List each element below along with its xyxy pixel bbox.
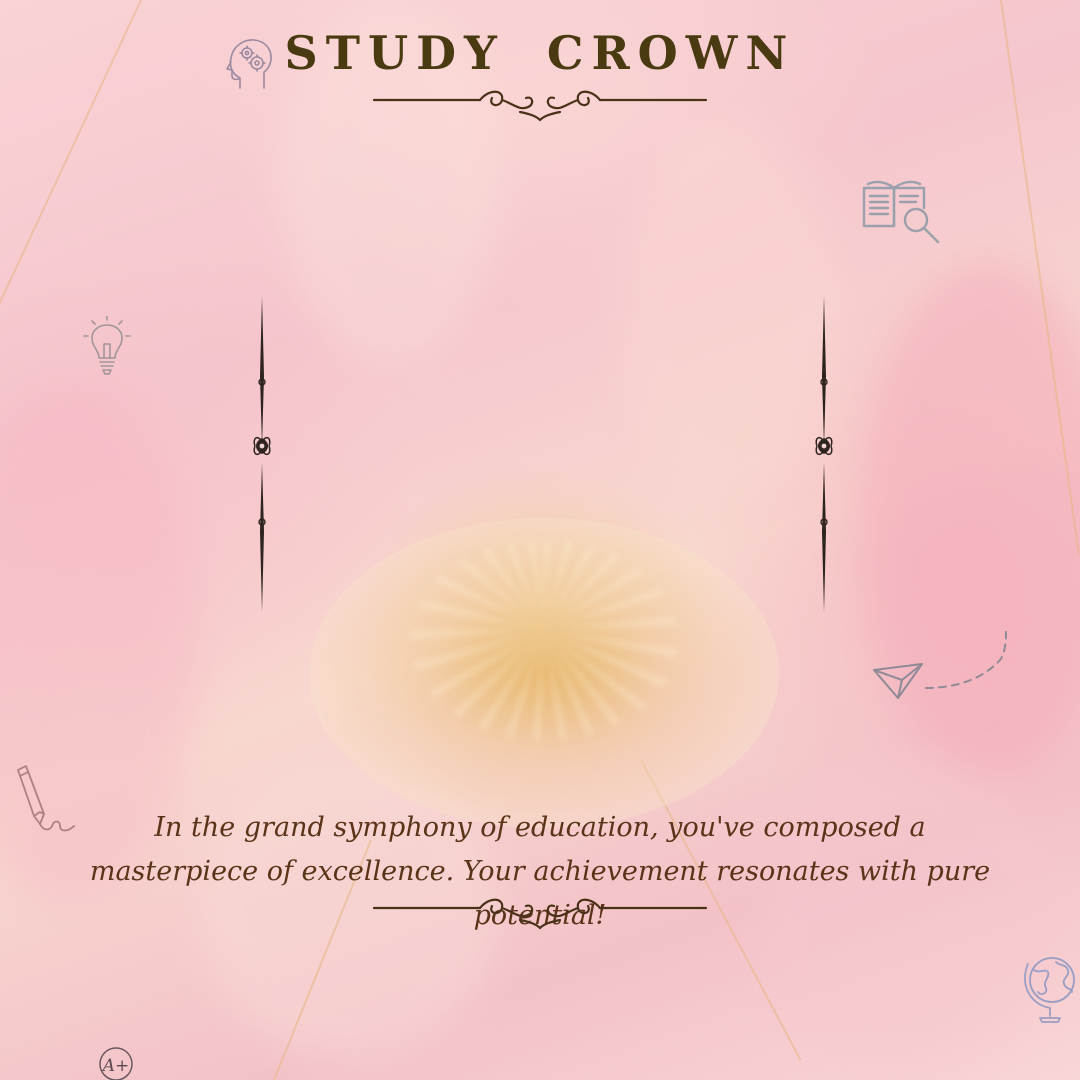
lightbulb-icon <box>83 316 131 375</box>
feather-decoration <box>620 120 840 500</box>
bottom-flourish-divider <box>372 898 708 930</box>
grade-badge-icon: A+ <box>99 1047 133 1080</box>
right-vertical-ornament <box>815 296 833 612</box>
grade-badge-text: A+ <box>101 1056 130 1076</box>
globe-icon <box>1024 957 1075 1023</box>
paper-plane-icon <box>873 631 1007 699</box>
top-flourish-divider <box>372 90 708 122</box>
glow-rays <box>409 540 679 740</box>
pencil-icon <box>17 765 75 832</box>
book-magnifier-icon <box>862 180 940 244</box>
page-title: STUDY CROWN <box>284 26 796 80</box>
left-vertical-ornament <box>253 296 271 612</box>
brain-gears-icon <box>226 39 272 89</box>
